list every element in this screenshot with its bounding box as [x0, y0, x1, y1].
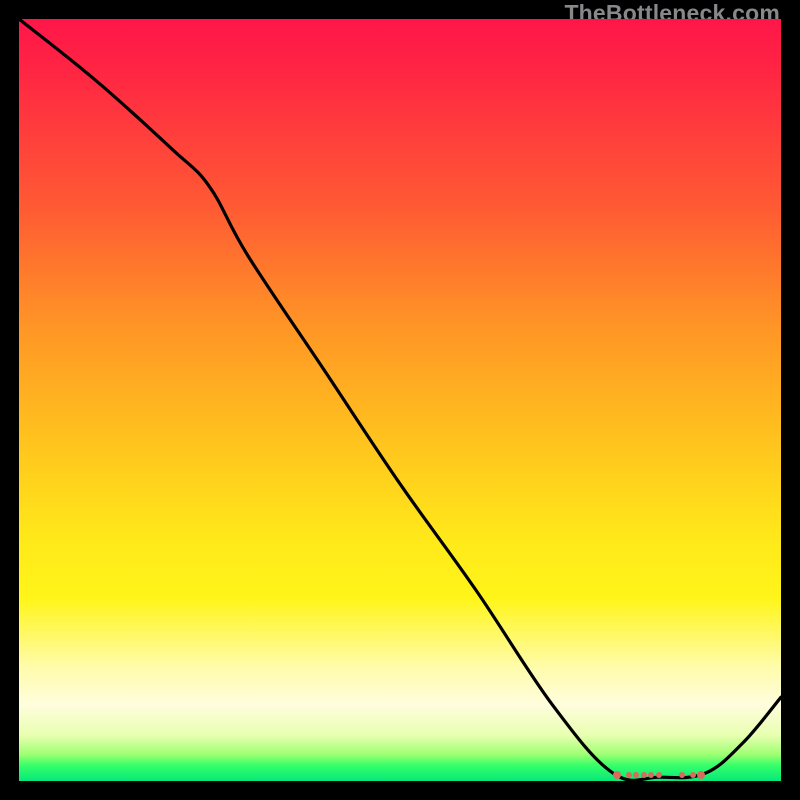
optimal-marker-dot — [648, 772, 654, 778]
optimal-zone-markers — [19, 19, 781, 781]
optimal-marker-dot — [633, 772, 639, 778]
optimal-marker-dot — [697, 771, 705, 779]
optimal-marker-dot — [613, 771, 621, 779]
chart-frame: TheBottleneck.com — [0, 0, 800, 800]
optimal-marker-dot — [626, 772, 632, 778]
optimal-marker-dot — [679, 772, 685, 778]
optimal-marker-dot — [641, 772, 647, 778]
optimal-marker-dot — [656, 772, 662, 778]
plot-area — [19, 19, 781, 781]
optimal-marker-dot — [690, 772, 696, 778]
